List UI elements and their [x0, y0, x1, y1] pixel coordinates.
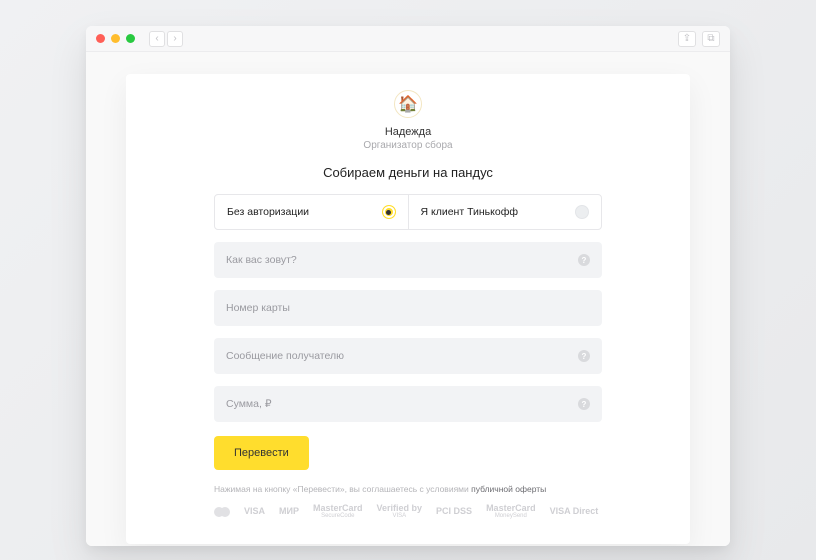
help-icon[interactable]: ? — [578, 398, 590, 410]
auth-option-label: Я клиент Тинькофф — [421, 206, 518, 218]
forward-button[interactable]: › — [167, 31, 183, 47]
card-input[interactable] — [226, 302, 590, 314]
transfer-card: 🏠 Надежда Организатор сбора Собираем ден… — [126, 74, 690, 544]
card-field[interactable] — [214, 290, 602, 326]
name-input[interactable] — [226, 254, 578, 266]
radio-unselected-icon — [575, 205, 589, 219]
pci-dss-logo: PCI DSS — [436, 507, 472, 516]
share-button[interactable]: ⇪ — [678, 31, 696, 47]
mastercard-moneysend-logo: MasterCardMoneySend — [486, 504, 536, 519]
auth-toggle: Без авторизации Я клиент Тинькофф — [214, 194, 602, 230]
browser-window: ‹ › ⇪ ⧉ 🏠 Надежда Организатор сбора Соби… — [86, 26, 730, 546]
payment-logos: VISA МИР MasterCardSecureCode Verified b… — [214, 504, 602, 519]
traffic-lights — [96, 34, 135, 43]
mir-logo: МИР — [279, 507, 299, 516]
organizer-avatar: 🏠 — [394, 90, 422, 118]
help-icon[interactable]: ? — [578, 350, 590, 362]
mastercard-securecode-logo: MasterCardSecureCode — [313, 504, 363, 519]
auth-option-tinkoff-client[interactable]: Я клиент Тинькофф — [408, 195, 602, 229]
organizer-name: Надежда — [214, 126, 602, 138]
name-field[interactable]: ? — [214, 242, 602, 278]
organizer-role: Организатор сбора — [214, 140, 602, 151]
disclaimer-text: Нажимая на кнопку «Перевести», вы соглаш… — [214, 484, 602, 494]
radio-selected-icon — [382, 205, 396, 219]
mastercard-logo — [214, 507, 230, 517]
amount-input[interactable] — [226, 398, 578, 410]
close-window-button[interactable] — [96, 34, 105, 43]
visa-logo: VISA — [244, 507, 265, 516]
page-body: 🏠 Надежда Организатор сбора Собираем ден… — [86, 52, 730, 546]
collection-title: Собираем деньги на пандус — [214, 165, 602, 180]
visa-direct-logo: VISA Direct — [550, 507, 599, 516]
minimize-window-button[interactable] — [111, 34, 120, 43]
public-offer-link[interactable]: публичной оферты — [471, 484, 546, 494]
browser-titlebar: ‹ › ⇪ ⧉ — [86, 26, 730, 52]
auth-option-anonymous[interactable]: Без авторизации — [215, 195, 408, 229]
help-icon[interactable]: ? — [578, 254, 590, 266]
back-button[interactable]: ‹ — [149, 31, 165, 47]
transfer-button[interactable]: Перевести — [214, 436, 309, 470]
maximize-window-button[interactable] — [126, 34, 135, 43]
tabs-button[interactable]: ⧉ — [702, 31, 720, 47]
disclaimer-prefix: Нажимая на кнопку «Перевести», вы соглаш… — [214, 484, 471, 494]
verified-by-visa-logo: Verified byVISA — [377, 504, 423, 519]
message-input[interactable] — [226, 350, 578, 362]
nav-arrows: ‹ › — [149, 31, 183, 47]
amount-field[interactable]: ? — [214, 386, 602, 422]
auth-option-label: Без авторизации — [227, 206, 309, 218]
message-field[interactable]: ? — [214, 338, 602, 374]
